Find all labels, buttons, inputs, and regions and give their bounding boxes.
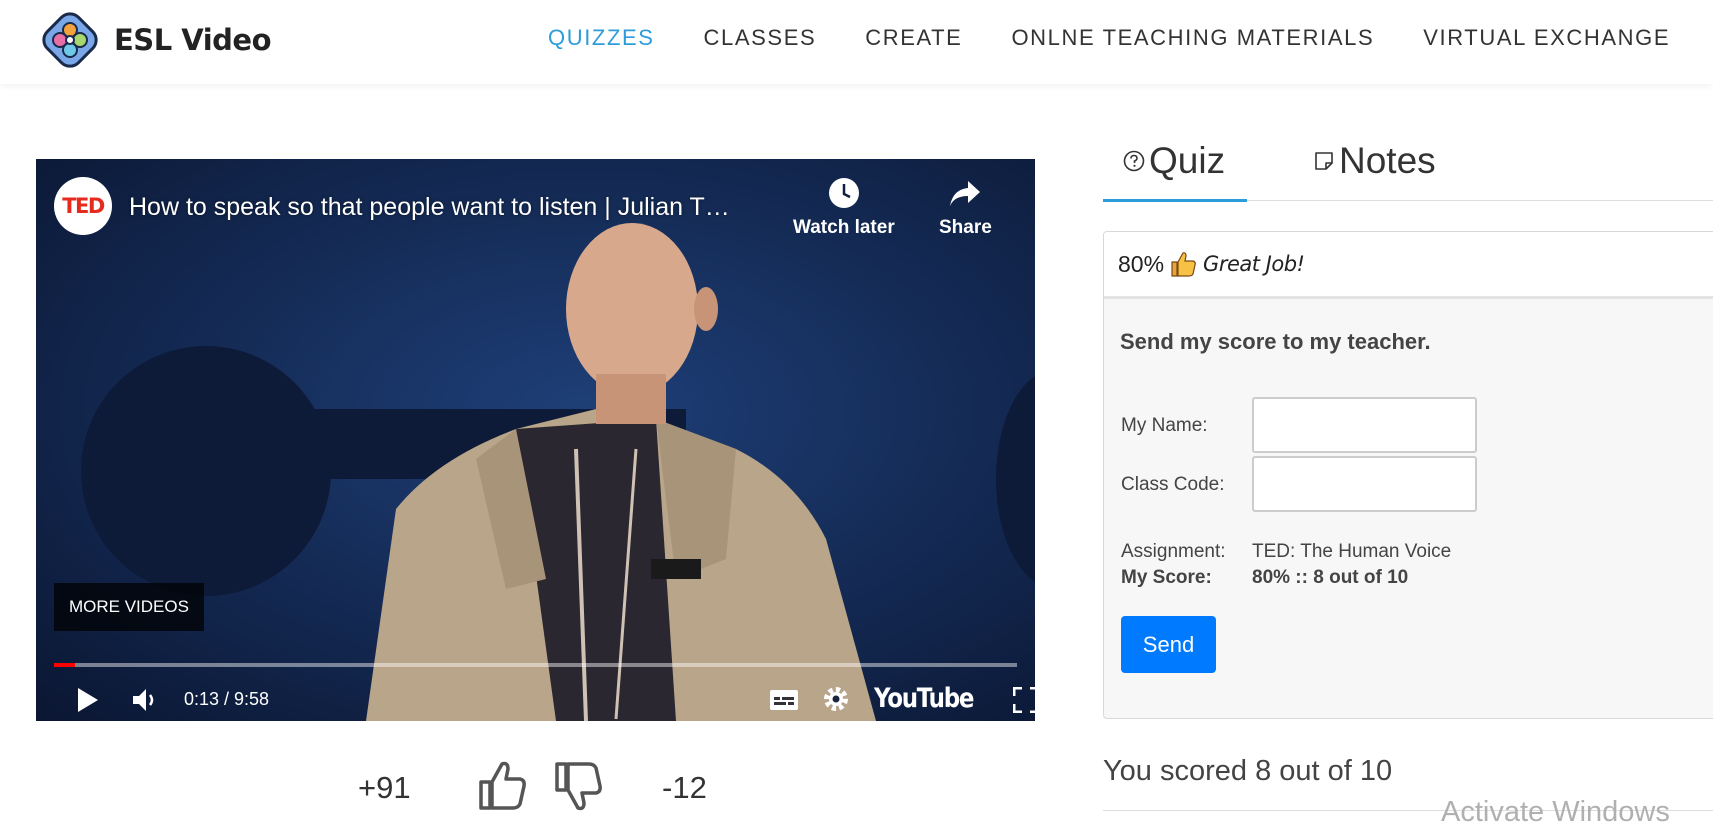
play-icon[interactable] — [76, 687, 100, 713]
video-progress-fill — [54, 663, 76, 667]
watch-later-label: Watch later — [793, 217, 895, 238]
share-label: Share — [939, 217, 992, 238]
nav-item-create[interactable]: CREATE — [865, 25, 962, 51]
clock-icon — [828, 178, 859, 208]
tab-quiz[interactable]: Quiz — [1123, 140, 1225, 182]
youtube-logo[interactable]: YouTube — [874, 683, 974, 714]
nav-item-quizzes[interactable]: QUIZZES — [548, 25, 655, 51]
video-time: 0:13 / 9:58 — [184, 689, 270, 709]
quiz-notes-tabs: Quiz Notes — [1103, 136, 1713, 202]
share-arrow-icon — [950, 181, 981, 206]
my-name-input[interactable] — [1252, 397, 1477, 453]
send-score-button[interactable]: Send — [1121, 616, 1216, 673]
score-header: 80% Great Job! — [1104, 232, 1713, 299]
ted-logo-text: TED — [62, 194, 105, 218]
thumbs-up-emoji-icon — [1171, 252, 1196, 277]
tab-notes-label: Notes — [1339, 140, 1436, 181]
assignment-label: Assignment: — [1121, 541, 1226, 562]
settings-gear-icon[interactable] — [822, 685, 850, 713]
sticky-note-icon — [1315, 152, 1333, 170]
thumbs-down-icon[interactable] — [553, 760, 603, 812]
my-score-label: My Score: — [1121, 567, 1212, 588]
tab-quiz-label: Quiz — [1149, 140, 1226, 181]
more-videos-button[interactable]: MORE VIDEOS — [54, 583, 204, 631]
my-score-value: 80% :: 8 out of 10 — [1252, 567, 1409, 588]
question-circle-icon — [1123, 150, 1145, 172]
result-summary: You scored 8 out of 10 — [1103, 755, 1393, 787]
downvote-count: -12 — [662, 770, 707, 805]
score-card: 80% Great Job! Send my score to my teach… — [1103, 231, 1713, 719]
fullscreen-icon[interactable] — [1013, 687, 1035, 713]
esl-video-logo-icon — [42, 12, 98, 68]
nav-item-virtual-exchange[interactable]: VIRTUAL EXCHANGE — [1423, 25, 1670, 51]
video-votes: +91 -12 — [0, 760, 1040, 820]
score-message: Great Job! — [1203, 252, 1305, 276]
ted-channel-logo[interactable]: TED — [54, 177, 112, 235]
class-code-input[interactable] — [1252, 456, 1477, 512]
nav-item-teaching-materials[interactable]: ONLNE TEACHING MATERIALS — [1011, 25, 1374, 51]
site-header: ESL Video QUIZZES CLASSES CREATE ONLNE T… — [0, 0, 1713, 84]
assignment-value: TED: The Human Voice — [1252, 541, 1452, 562]
thumbs-up-icon[interactable] — [477, 760, 527, 812]
video-title[interactable]: How to speak so that people want to list… — [129, 193, 730, 222]
share-button[interactable]: Share — [939, 177, 992, 239]
os-activation-watermark: Activate Windows — [1441, 796, 1670, 828]
class-code-label: Class Code: — [1121, 474, 1225, 495]
active-tab-indicator — [1103, 199, 1247, 202]
tab-notes[interactable]: Notes — [1313, 140, 1436, 182]
score-percent: 80% — [1118, 250, 1165, 277]
video-player[interactable]: TED How to speak so that people want to … — [36, 159, 1035, 721]
my-name-label: My Name: — [1121, 415, 1208, 436]
volume-icon[interactable] — [132, 687, 160, 713]
main-nav: QUIZZES CLASSES CREATE ONLNE TEACHING MA… — [548, 25, 1713, 51]
watch-later-button[interactable]: Watch later — [793, 177, 895, 239]
logo-text: ESL Video — [114, 23, 272, 57]
upvote-count: +91 — [358, 770, 411, 805]
site-logo[interactable]: ESL Video — [38, 8, 272, 72]
send-score-title: Send my score to my teacher. — [1120, 329, 1431, 354]
nav-item-classes[interactable]: CLASSES — [704, 25, 817, 51]
subtitles-icon[interactable] — [769, 689, 799, 711]
player-controls: 0:13 / 9:58 YouTube — [36, 679, 1035, 719]
video-progress-bar[interactable] — [54, 663, 1017, 667]
video-frame — [36, 159, 1035, 721]
